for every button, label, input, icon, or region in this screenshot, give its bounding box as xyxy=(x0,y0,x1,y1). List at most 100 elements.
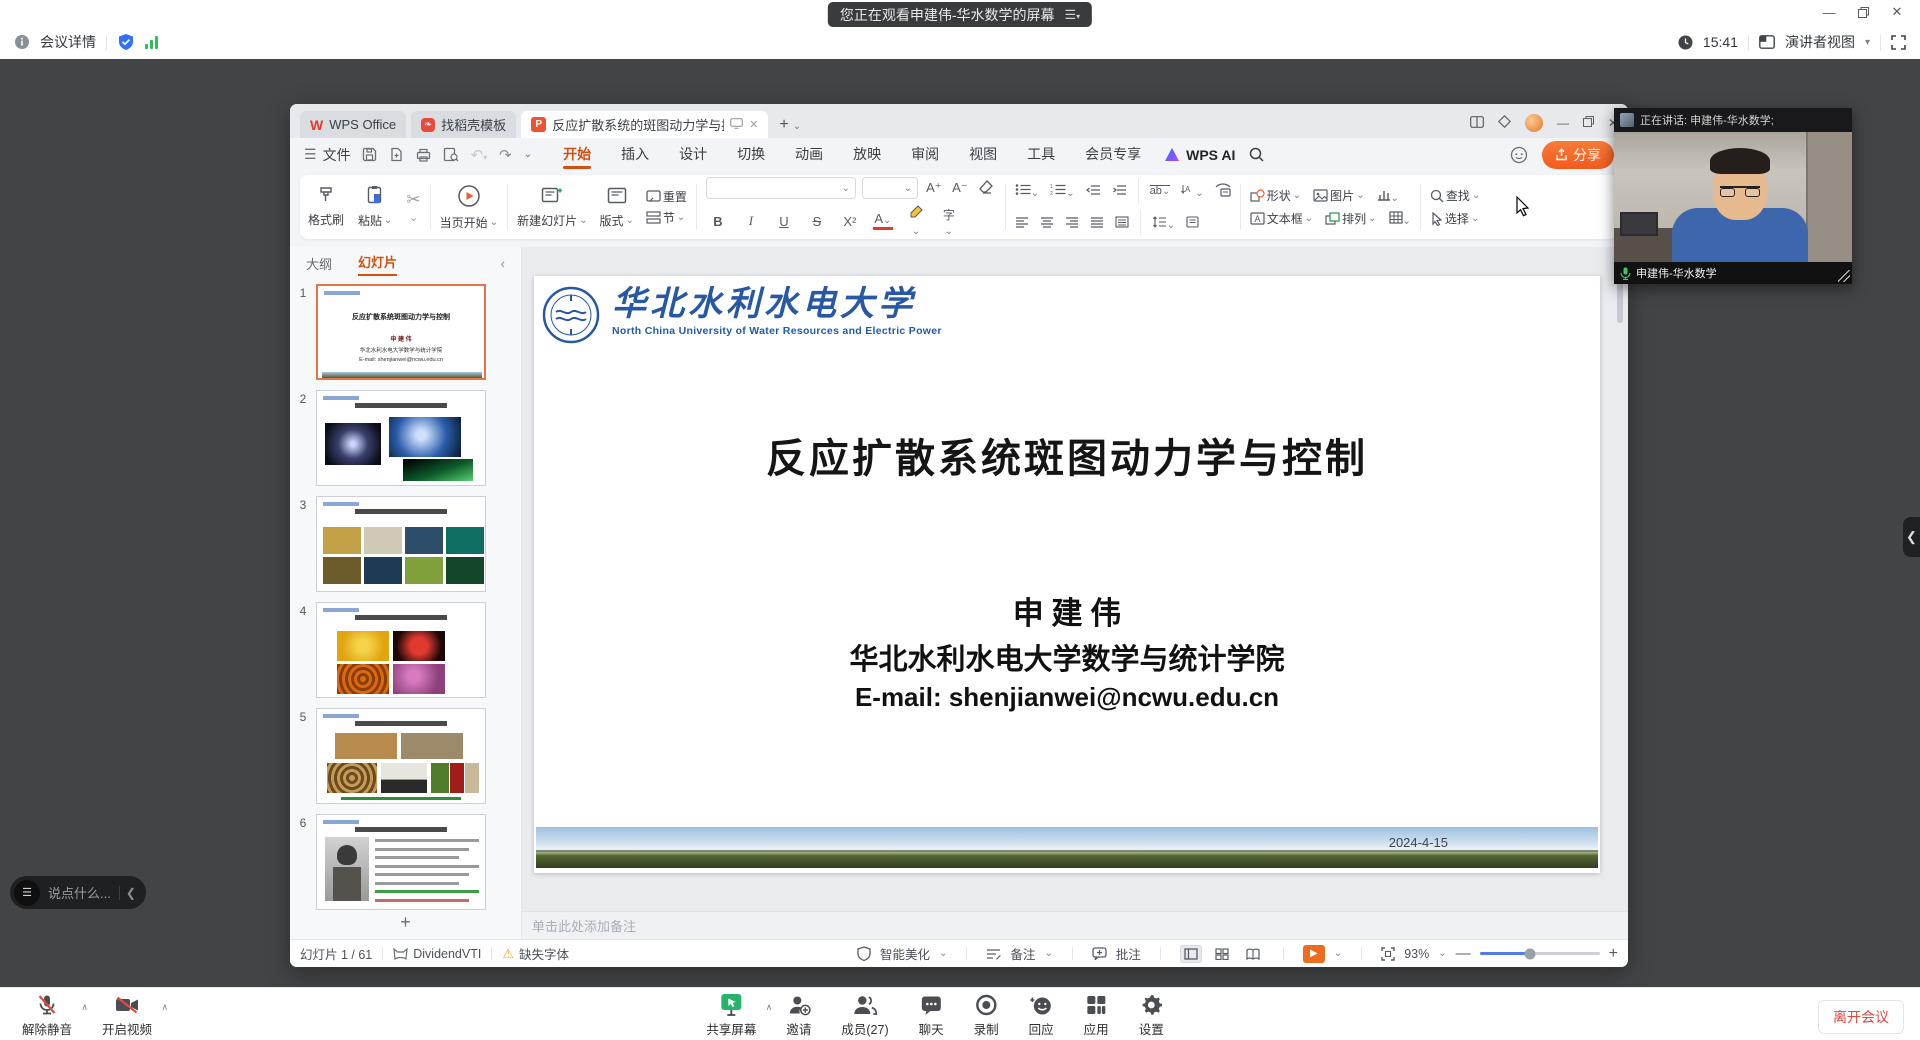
reset-slide-button[interactable]: 重置 xyxy=(646,188,687,205)
redo-icon[interactable]: ↷ xyxy=(499,146,512,164)
reactions-button[interactable]: 回应 xyxy=(1029,992,1054,1038)
share-screen-button[interactable]: 共享屏幕∧ xyxy=(706,992,756,1038)
insert-table-icon[interactable]: ⌄ xyxy=(1389,211,1411,227)
chevron-down-icon[interactable]: ⌄ xyxy=(1334,948,1342,959)
menu-item-7[interactable]: 审阅 xyxy=(896,139,954,170)
settings-button[interactable]: 设置 xyxy=(1139,992,1164,1038)
slide-editor[interactable]: 华北水利水电大学 North China University of Water… xyxy=(534,276,1600,873)
chat-button[interactable]: 聊天 xyxy=(919,992,944,1038)
italic-icon[interactable]: I xyxy=(741,213,761,229)
security-shield-icon[interactable] xyxy=(117,33,135,51)
close-tab-icon[interactable]: ✕ xyxy=(749,118,758,131)
start-video-button[interactable]: 开启视频 ∧ xyxy=(102,992,152,1038)
undo-icon[interactable]: ↶▾ xyxy=(471,146,488,164)
character-border-icon[interactable]: ab⌄ xyxy=(1150,185,1171,197)
unmute-button[interactable]: 解除静音 ∧ xyxy=(22,992,72,1038)
zoom-slider[interactable] xyxy=(1480,952,1600,955)
insert-picture-button[interactable]: 图片⌄ xyxy=(1313,187,1364,204)
chat-collapse-icon[interactable]: ❮ xyxy=(119,886,136,900)
slide-thumbnail-1[interactable]: 反应扩散系统斑图动力学与控制申 建 伟华北水利水电大学数学与统计学院E-mail… xyxy=(316,284,486,380)
print-icon[interactable] xyxy=(416,148,431,162)
quickbar-more-icon[interactable]: ⌄ xyxy=(524,149,532,160)
increase-font-icon[interactable]: A⁺ xyxy=(924,180,944,196)
zoom-out-button[interactable]: — xyxy=(1456,945,1471,962)
play-from-current-button[interactable]: 当页开始⌄ xyxy=(440,184,498,231)
fullscreen-icon[interactable] xyxy=(1891,35,1906,50)
menu-item-4[interactable]: 切换 xyxy=(722,139,780,170)
chevron-down-icon[interactable]: ⌄ xyxy=(1044,948,1052,959)
text-direction-icon[interactable]: A⌄ xyxy=(1181,183,1203,199)
justify-icon[interactable] xyxy=(1090,216,1104,231)
decrease-font-icon[interactable]: A⁻ xyxy=(950,180,970,196)
slideshow-play-button[interactable]: ▶ xyxy=(1303,945,1325,963)
distribute-icon[interactable] xyxy=(1115,216,1129,231)
save-icon[interactable] xyxy=(362,147,377,162)
chevron-down-icon[interactable]: ⌄ xyxy=(1438,948,1446,959)
insert-chart-icon[interactable]: ⌄ xyxy=(1377,188,1399,204)
wps-ai-menu[interactable]: WPS AI xyxy=(1164,147,1235,163)
tab-slides[interactable]: 幻灯片 xyxy=(358,252,397,276)
record-button[interactable]: 录制 xyxy=(974,992,999,1038)
smart-beautify-button[interactable]: 智能美化 xyxy=(880,944,930,963)
skin-center-icon[interactable] xyxy=(1498,115,1511,131)
normal-view-button[interactable] xyxy=(1180,945,1202,963)
menu-item-10[interactable]: 会员专享 xyxy=(1070,139,1156,170)
menu-item-2[interactable]: 插入 xyxy=(606,139,664,170)
zoom-in-button[interactable]: + xyxy=(1609,945,1618,963)
highlight-color-icon[interactable]: ⌄ xyxy=(906,205,926,237)
tab-outline[interactable]: 大纲 xyxy=(306,254,332,273)
insert-textbox-button[interactable]: A文本框⌄ xyxy=(1250,210,1313,227)
paragraph-layout-icon[interactable] xyxy=(1186,216,1199,231)
bold-icon[interactable]: B xyxy=(708,214,728,229)
superscript-icon[interactable]: X² xyxy=(840,214,860,229)
text-effects-icon[interactable]: 字⌄ xyxy=(939,206,959,237)
slide-thumbnail-4[interactable] xyxy=(316,602,486,698)
font-family-combo[interactable]: ⌄ xyxy=(706,177,856,199)
menu-item-6[interactable]: 放映 xyxy=(838,139,896,170)
menu-item-9[interactable]: 工具 xyxy=(1012,139,1070,170)
invite-button[interactable]: 邀请 xyxy=(786,992,811,1038)
align-center-icon[interactable] xyxy=(1040,216,1054,231)
font-size-input[interactable] xyxy=(868,181,904,195)
menu-item-8[interactable]: 视图 xyxy=(954,139,1012,170)
numbered-list-icon[interactable]: 12⌄ xyxy=(1050,183,1074,199)
print-preview-icon[interactable] xyxy=(443,147,459,162)
decrease-indent-icon[interactable] xyxy=(1086,184,1101,199)
slide-layout-button[interactable]: 版式⌄ xyxy=(599,186,633,229)
new-tab-button[interactable]: + xyxy=(779,116,788,134)
font-family-input[interactable] xyxy=(712,181,842,195)
font-color-icon[interactable]: A⌄ xyxy=(873,212,893,230)
menu-item-3[interactable]: 设计 xyxy=(664,139,722,170)
file-menu[interactable]: ☰ 文件 xyxy=(304,145,351,165)
add-slide-button[interactable]: + xyxy=(290,910,521,939)
wps-minimize-icon[interactable]: — xyxy=(1557,116,1569,130)
chat-quick-bubble[interactable]: ☰ 说点什么... ❮ xyxy=(10,876,146,909)
collapse-panel-icon[interactable]: ‹ xyxy=(501,256,505,271)
slide-author[interactable]: 申 建 伟 xyxy=(534,588,1600,633)
chevron-down-icon[interactable]: ⌄ xyxy=(939,948,947,959)
clear-format-icon[interactable] xyxy=(976,180,996,197)
screen-watch-banner[interactable]: 您正在观看申建伟-华水数学的屏幕 ☰▾ xyxy=(828,2,1092,27)
user-avatar[interactable] xyxy=(1525,114,1543,132)
menu-item-5[interactable]: 动画 xyxy=(780,139,838,170)
speaker-video-panel[interactable]: 正在讲话: 申建伟-华水数学; 申建伟-华水数学 xyxy=(1614,108,1852,284)
slide-thumbnail-5[interactable] xyxy=(316,708,486,804)
zoom-level[interactable]: 93% xyxy=(1404,947,1429,961)
bullet-list-icon[interactable]: ⌄ xyxy=(1015,183,1039,199)
slide-sorter-view-button[interactable] xyxy=(1211,945,1233,963)
section-button[interactable]: 节⌄ xyxy=(646,209,685,226)
smartart-convert-icon[interactable] xyxy=(1215,183,1231,200)
export-pdf-icon[interactable] xyxy=(389,147,404,162)
share-options-caret[interactable]: ∧ xyxy=(766,1002,773,1013)
resize-handle[interactable] xyxy=(1838,270,1850,282)
camera-options-caret[interactable]: ∧ xyxy=(161,1002,168,1013)
notes-button[interactable]: 备注 xyxy=(1010,944,1035,963)
increase-indent-icon[interactable] xyxy=(1112,184,1127,199)
slide-thumbnail-3[interactable] xyxy=(316,496,486,592)
line-spacing-icon[interactable]: ⌄ xyxy=(1152,216,1175,231)
find-button[interactable]: 查找⌄ xyxy=(1430,187,1480,204)
reading-view-button[interactable] xyxy=(1242,945,1264,963)
split-view-icon[interactable] xyxy=(1470,116,1484,131)
leave-meeting-button[interactable]: 离开会议 xyxy=(1818,1000,1904,1034)
tab-list-caret[interactable]: ⌄ xyxy=(793,121,801,132)
